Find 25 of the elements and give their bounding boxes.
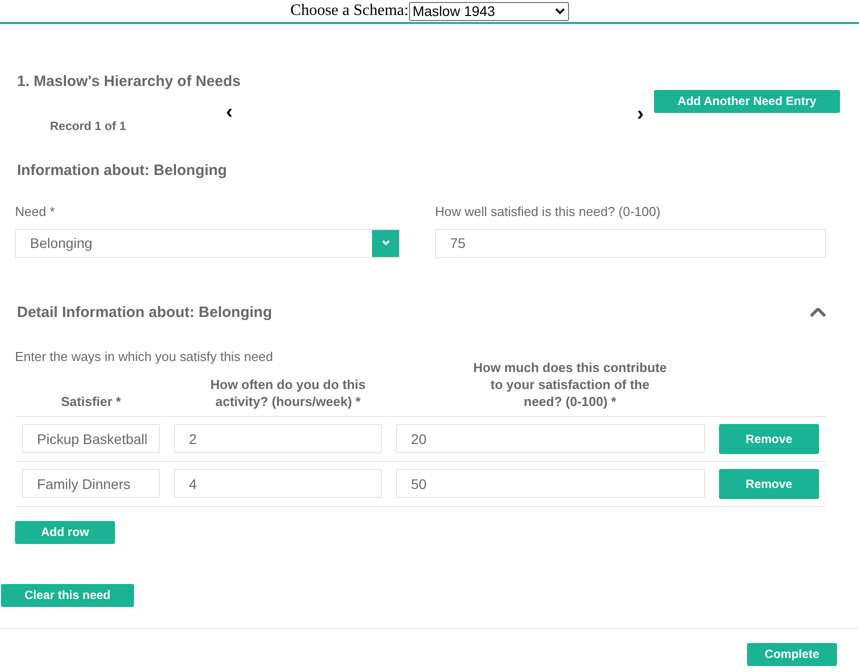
- instruction-text: Enter the ways in which you satisfy this need: [15, 348, 274, 366]
- section-title: 1. Maslow's Hierarchy of Needs: [17, 72, 242, 92]
- chevron-down-icon: [554, 8, 565, 14]
- satisfaction-field[interactable]: 75: [435, 228, 826, 258]
- hours-field[interactable]: 4: [174, 469, 382, 498]
- section-heading: Information about: Belonging: [17, 160, 228, 180]
- column-header: How often do you do this activity? (hours/week) *: [209, 376, 367, 410]
- contribution-field[interactable]: 50: [396, 469, 705, 498]
- section-heading: Detail Information about: Belonging: [17, 302, 272, 322]
- record-counter: Record 1 of 1: [50, 118, 126, 134]
- need-select[interactable]: Belonging: [15, 228, 400, 258]
- field-label: How well satisfied is this need? (0-100): [435, 203, 662, 221]
- schema-select[interactable]: Maslow 1943: [408, 2, 569, 20]
- chevron-up-icon[interactable]: [810, 308, 826, 318]
- column-header: Satisfier *: [61, 392, 121, 410]
- chevron-down-icon: [382, 240, 390, 246]
- field-label: Need *: [15, 203, 56, 221]
- hours-field[interactable]: 2: [174, 424, 382, 453]
- column-header: How much does this contribute to your satisfaction of the need? (0-100) *: [472, 358, 668, 410]
- next-button[interactable]: ›: [637, 106, 644, 122]
- satisfier-field[interactable]: Pickup Basketball: [22, 424, 160, 453]
- contribution-field[interactable]: 20: [396, 424, 705, 453]
- satisfier-field[interactable]: Family Dinners: [22, 469, 160, 498]
- prev-button[interactable]: ‹: [226, 104, 233, 120]
- schema-label: Choose a Schema:: [290, 1, 409, 21]
